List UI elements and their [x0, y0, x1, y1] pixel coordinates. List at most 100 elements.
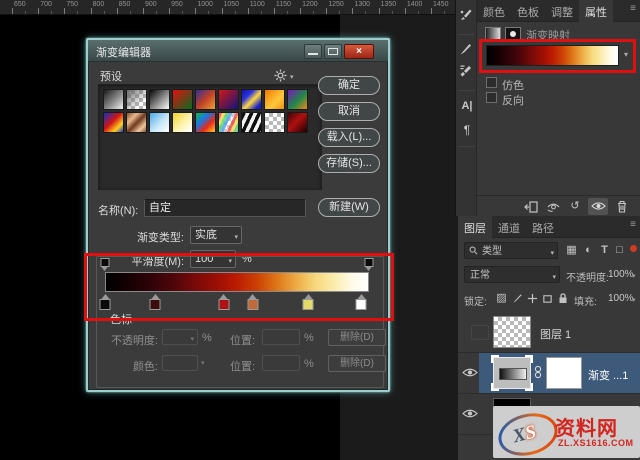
properties-tabbar: 颜色 色板 调整 属性 ≡ — [477, 0, 640, 23]
load-button[interactable]: 载入(L)... — [318, 128, 380, 147]
tab-adjustments[interactable]: 调整 — [545, 0, 579, 23]
opacity-position-input[interactable] — [262, 329, 300, 345]
panel-menu-icon[interactable]: ≡ — [630, 3, 636, 14]
reset-icon[interactable]: ↺ — [567, 199, 583, 214]
layer-row-layer1[interactable]: 图层 1 — [458, 312, 640, 353]
gradient-preset-swatch[interactable] — [103, 112, 124, 133]
gradient-preset-swatch[interactable] — [218, 112, 239, 133]
gradient-preset-swatch[interactable] — [172, 112, 193, 133]
gradient-preset-swatch[interactable] — [126, 89, 147, 110]
layer-opacity-value[interactable]: 100% — [608, 269, 634, 280]
dither-checkbox[interactable] — [486, 77, 497, 88]
gradient-preset-swatch[interactable] — [103, 89, 124, 110]
name-input[interactable]: 自定 — [144, 199, 306, 217]
layer-row-gradient[interactable]: 渐变 ...1 — [458, 353, 640, 394]
layer-name[interactable]: 渐变 ...1 — [588, 367, 628, 383]
gradient-preset-swatch[interactable] — [126, 112, 147, 133]
gradient-preset-swatch[interactable] — [218, 89, 239, 110]
delete-color-stop-button[interactable]: 删除(D) — [328, 355, 386, 372]
tab-layers[interactable]: 图层 — [458, 216, 492, 239]
layer-thumbnail[interactable] — [493, 316, 531, 348]
visibility-eye-icon[interactable] — [462, 367, 479, 379]
lock-position-icon[interactable] — [525, 291, 540, 306]
save-button[interactable]: 存储(S)... — [318, 154, 380, 173]
chevron-down-icon[interactable]: ▾ — [632, 296, 636, 304]
gradient-preset-swatch[interactable] — [264, 89, 285, 110]
color-position-input[interactable] — [262, 355, 300, 371]
visibility-eye-icon[interactable] — [462, 408, 479, 420]
brush-settings-panel-icon[interactable] — [459, 64, 475, 80]
gradient-preset-swatch[interactable] — [149, 89, 170, 110]
position-label: 位置: — [230, 361, 256, 373]
horizontal-ruler: 650 700 750 800 850 900 950 1000 1050 11… — [0, 0, 455, 15]
lock-artboard-icon[interactable] — [540, 291, 555, 306]
filter-toggle-icon[interactable] — [630, 245, 637, 252]
reverse-checkbox[interactable] — [486, 92, 497, 103]
layer-name[interactable]: 图层 1 — [540, 326, 571, 342]
ok-button[interactable]: 确定 — [318, 76, 380, 95]
stop-color-swatch[interactable] — [162, 355, 198, 371]
filter-adjustment-layers-icon[interactable]: ◐ — [581, 243, 596, 258]
chevron-down-icon[interactable]: ▾ — [632, 272, 636, 280]
tab-paths[interactable]: 路径 — [526, 216, 560, 239]
ruler-tick: 800 — [90, 0, 117, 14]
lock-all-icon[interactable] — [555, 291, 570, 306]
new-button[interactable]: 新建(W) — [318, 198, 380, 217]
character-panel-icon[interactable]: A| — [459, 98, 475, 114]
brushes-panel-icon[interactable] — [459, 8, 475, 24]
tab-properties[interactable]: 属性 — [579, 0, 613, 23]
brush-panel-icon[interactable] — [459, 42, 475, 58]
close-button[interactable]: × — [344, 44, 374, 59]
lock-transparency-icon[interactable]: ▨ — [494, 291, 509, 306]
gradient-preset-swatch[interactable] — [149, 112, 170, 133]
maximize-button[interactable] — [324, 44, 342, 59]
layer-filter-select[interactable]: 类型 ▾ — [464, 242, 558, 259]
annotation-box-gradient-map — [479, 39, 636, 73]
tab-channels[interactable]: 通道 — [492, 216, 526, 239]
gradient-preset-swatch[interactable] — [287, 112, 308, 133]
visibility-toggle-active[interactable] — [588, 198, 608, 215]
tab-color[interactable]: 颜色 — [477, 0, 511, 23]
strip-divider — [458, 146, 475, 147]
ruler-tick: 1100 — [247, 0, 274, 14]
delete-opacity-stop-button[interactable]: 删除(D) — [328, 329, 386, 346]
gradient-preset-swatch[interactable] — [264, 112, 285, 133]
gradient-type-select[interactable]: 实底 ▾ — [190, 226, 242, 244]
dialog-titlebar[interactable]: 渐变编辑器 × — [88, 40, 388, 62]
gradient-preset-swatch[interactable] — [172, 89, 193, 110]
layer-mask-thumbnail[interactable] — [546, 357, 582, 389]
filter-pixel-layers-icon[interactable]: ▦ — [564, 243, 579, 258]
lock-paint-icon[interactable] — [510, 291, 525, 306]
fill-value[interactable]: 100% — [608, 293, 634, 304]
stop-opacity-select[interactable]: ▾ — [162, 329, 198, 345]
mask-link-icon[interactable] — [534, 365, 543, 381]
gradient-preset-swatch[interactable] — [241, 112, 262, 133]
tab-swatches[interactable]: 色板 — [511, 0, 545, 23]
panel-menu-icon[interactable]: ≡ — [630, 219, 636, 230]
view-previous-state-icon[interactable] — [545, 199, 561, 214]
paragraph-panel-icon[interactable]: ¶ — [459, 122, 475, 138]
clip-to-layer-icon[interactable] — [523, 199, 539, 214]
gradient-type-value: 实底 — [195, 229, 217, 241]
filter-shape-layers-icon[interactable]: □ — [612, 243, 627, 258]
visibility-toggle-off[interactable] — [471, 325, 489, 340]
filter-type-layers-icon[interactable]: T — [597, 243, 612, 258]
presets-menu-caret-icon[interactable]: ▾ — [290, 73, 294, 81]
delete-adjustment-icon[interactable] — [614, 199, 630, 214]
ruler-tick: 1000 — [195, 0, 221, 14]
gradient-fill-thumbnail[interactable] — [491, 355, 533, 391]
ruler-label: 1250 — [328, 1, 344, 8]
gradient-preset-swatch[interactable] — [241, 89, 262, 110]
cancel-button[interactable]: 取消 — [318, 102, 380, 121]
gear-icon[interactable] — [274, 69, 287, 82]
minimize-button[interactable] — [304, 44, 322, 59]
reverse-label: 反向 — [502, 95, 524, 107]
position-percent: % — [304, 332, 314, 344]
gradient-preset-swatch[interactable] — [195, 112, 216, 133]
blend-mode-select[interactable]: 正常 ▾ — [464, 266, 560, 283]
gradient-preset-swatch[interactable] — [195, 89, 216, 110]
strip-divider — [458, 34, 475, 35]
gradient-editor-dialog: 渐变编辑器 × 预设 ▾ 确定 取消 载入(L)... 存储(S)... 名称(… — [86, 38, 390, 392]
gradient-preset-swatch[interactable] — [287, 89, 308, 110]
ruler-tick: 1050 — [221, 0, 248, 14]
